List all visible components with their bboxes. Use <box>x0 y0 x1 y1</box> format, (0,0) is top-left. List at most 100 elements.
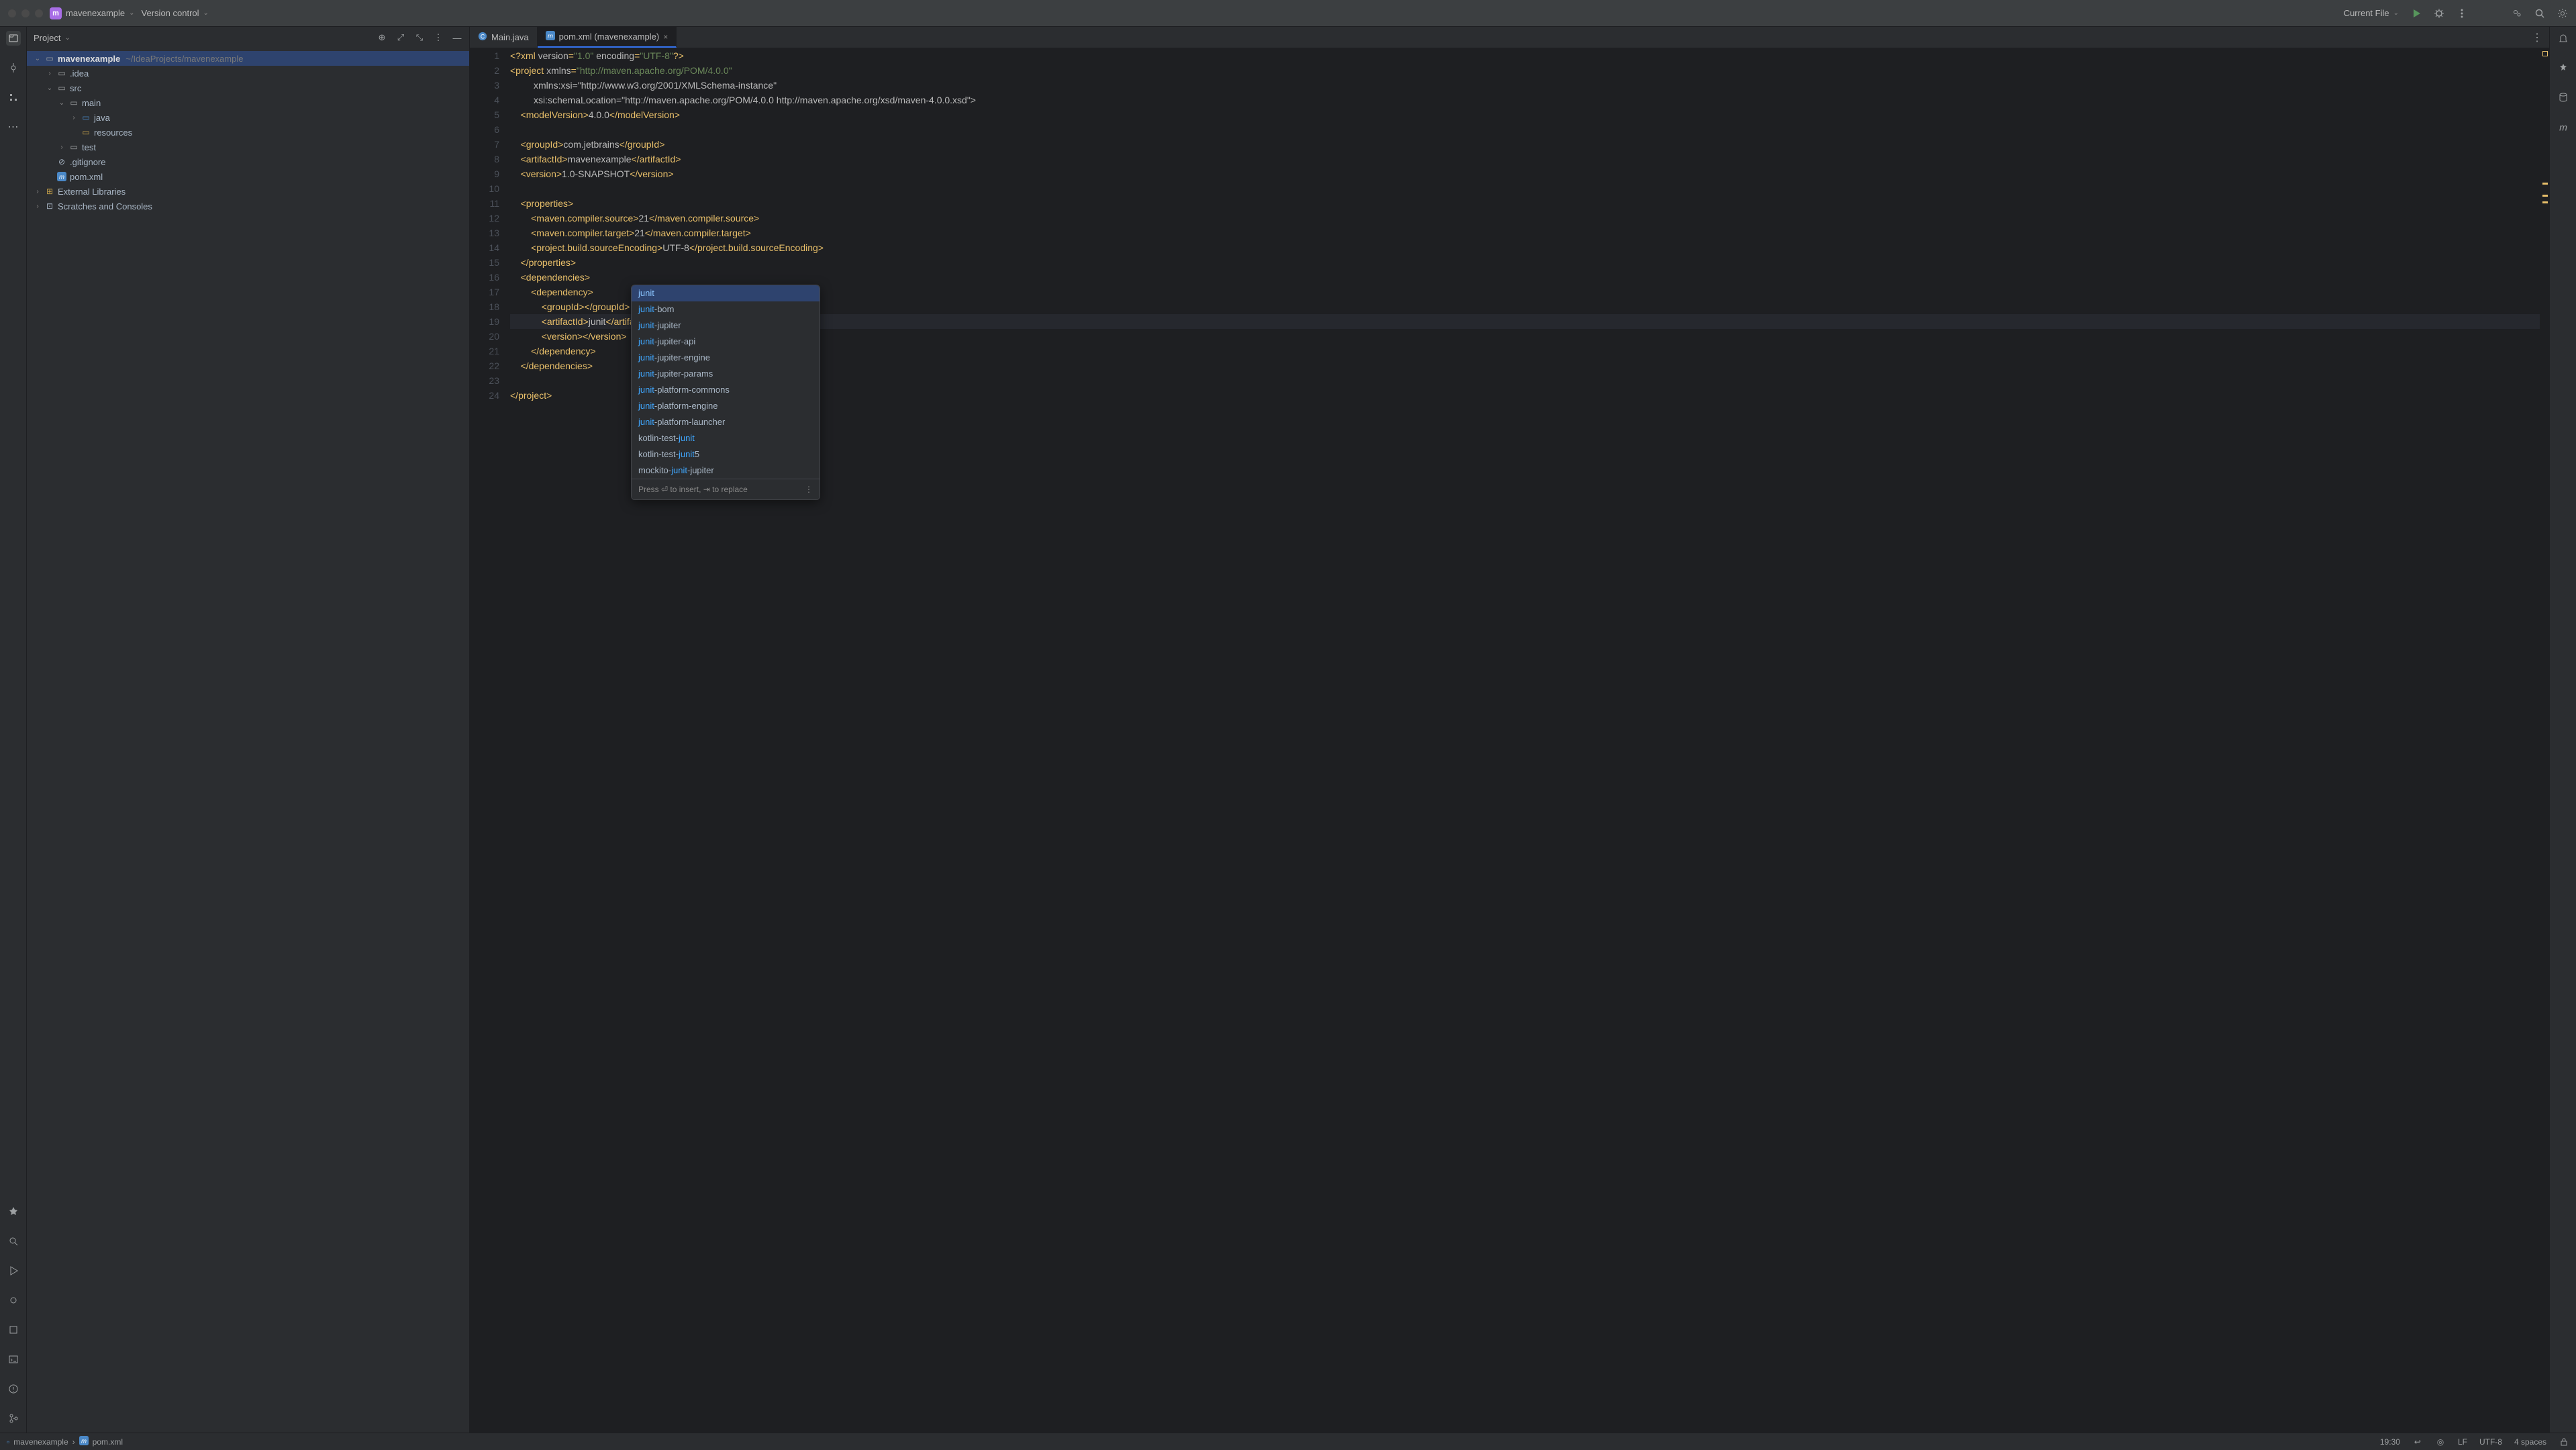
popup-options-icon[interactable]: ⋮ <box>805 482 813 497</box>
code-line[interactable]: <project.build.sourceEncoding>UTF-8</pro… <box>510 240 2540 255</box>
encoding-label[interactable]: UTF-8 <box>2479 1437 2502 1447</box>
autocomplete-item[interactable]: junit-bom <box>632 301 820 318</box>
navigation-breadcrumb[interactable]: ▫ mavenexample › m pom.xml <box>7 1436 123 1447</box>
caret-position[interactable]: 19:30 <box>2380 1437 2400 1447</box>
tree-root[interactable]: ⌄ ▭ mavenexample ~/IdeaProjects/mavenexa… <box>27 51 469 66</box>
autocomplete-item[interactable]: kotlin-test-junit5 <box>632 446 820 463</box>
run-config-selector[interactable]: Current File ⌄ <box>2344 8 2399 18</box>
code-line[interactable]: </properties> <box>510 255 2540 270</box>
tab-main-java[interactable]: C Main.java <box>470 27 538 48</box>
notifications-icon[interactable] <box>2556 31 2571 46</box>
folder-icon: ▭ <box>56 83 67 93</box>
autocomplete-item[interactable]: junit-jupiter-params <box>632 366 820 382</box>
code-line[interactable]: xmlns:xsi="http://www.w3.org/2001/XMLSch… <box>510 78 2540 93</box>
code-line[interactable]: <properties> <box>510 196 2540 211</box>
close-window-icon[interactable] <box>8 9 16 17</box>
debug-icon[interactable] <box>2434 8 2444 19</box>
chevron-down-icon[interactable]: ⌄ <box>64 34 70 42</box>
autocomplete-item[interactable]: mockito-junit-jupiter <box>632 463 820 479</box>
terminal-tool-icon[interactable] <box>6 1352 21 1367</box>
code-editor[interactable]: 123456789101112131415161718192021222324 … <box>470 48 2549 1433</box>
autocomplete-item[interactable]: junit <box>632 285 820 301</box>
tree-node-gitignore[interactable]: ⊘.gitignore <box>27 154 469 169</box>
collapse-all-icon[interactable]: ⤡ <box>414 32 425 43</box>
tree-node-src[interactable]: ⌄▭src <box>27 81 469 95</box>
select-opened-file-icon[interactable]: ⊕ <box>377 32 387 43</box>
panel-options-icon[interactable]: ⋮ <box>433 32 444 43</box>
line-separator-icon[interactable]: ↩ <box>2412 1437 2423 1447</box>
project-tool-icon[interactable] <box>6 31 21 46</box>
code-line[interactable] <box>510 181 2540 196</box>
tab-options-icon[interactable]: ⋮ <box>2532 32 2542 43</box>
indent-label[interactable]: 4 spaces <box>2514 1437 2546 1447</box>
run-tool-icon[interactable] <box>6 1263 21 1278</box>
autocomplete-item[interactable]: kotlin-test-junit <box>632 430 820 446</box>
code-line[interactable]: xsi:schemaLocation="http://maven.apache.… <box>510 93 2540 107</box>
breadcrumb-project[interactable]: mavenexample <box>13 1437 68 1447</box>
code-line[interactable] <box>510 122 2540 137</box>
code-line[interactable]: <maven.compiler.source>21</maven.compile… <box>510 211 2540 226</box>
structure-tool-icon[interactable] <box>6 90 21 105</box>
tree-node-resources[interactable]: ▭resources <box>27 125 469 140</box>
warning-mark-icon[interactable] <box>2542 183 2548 185</box>
autocomplete-item[interactable]: junit-platform-commons <box>632 382 820 398</box>
tree-node-pom[interactable]: mpom.xml <box>27 169 469 184</box>
project-selector[interactable]: m mavenexample ⌄ <box>50 7 135 19</box>
scratches-icon: ⊡ <box>44 201 55 211</box>
window-controls[interactable] <box>8 9 43 17</box>
tree-node-java[interactable]: ›▭java <box>27 110 469 125</box>
more-tool-icon[interactable]: ⋯ <box>6 119 21 134</box>
tree-node-external-libraries[interactable]: ›⊞External Libraries <box>27 184 469 199</box>
autocomplete-item[interactable]: junit-jupiter-engine <box>632 350 820 366</box>
code-line[interactable]: <project xmlns="http://maven.apache.org/… <box>510 63 2540 78</box>
code-with-me-icon[interactable] <box>2512 8 2522 19</box>
warning-mark-icon[interactable] <box>2542 195 2548 197</box>
autocomplete-item[interactable]: junit-jupiter <box>632 318 820 334</box>
debug-tool-icon[interactable] <box>6 1293 21 1308</box>
commit-tool-icon[interactable] <box>6 60 21 75</box>
code-line[interactable]: <?xml version="1.0" encoding="UTF-8"?> <box>510 48 2540 63</box>
autocomplete-item[interactable]: junit-jupiter-api <box>632 334 820 350</box>
search-icon[interactable] <box>2534 8 2545 19</box>
code-line[interactable]: <version>1.0-SNAPSHOT</version> <box>510 166 2540 181</box>
zoom-window-icon[interactable] <box>35 9 43 17</box>
code-line[interactable]: <groupId>com.jetbrains</groupId> <box>510 137 2540 152</box>
autocomplete-item[interactable]: junit-platform-engine <box>632 398 820 414</box>
maven-tool-icon[interactable]: m <box>2556 119 2571 134</box>
tree-node-test[interactable]: ›▭test <box>27 140 469 154</box>
project-tree[interactable]: ⌄ ▭ mavenexample ~/IdeaProjects/mavenexa… <box>27 48 469 216</box>
vcs-tool-icon[interactable] <box>6 1411 21 1426</box>
notifications-status-icon[interactable]: ◎ <box>2435 1437 2446 1447</box>
tab-pom-xml[interactable]: m pom.xml (mavenexample) × <box>538 27 677 48</box>
line-separator-label[interactable]: LF <box>2458 1437 2467 1447</box>
tree-node-scratches[interactable]: ›⊡Scratches and Consoles <box>27 199 469 213</box>
tree-node-idea[interactable]: ›▭.idea <box>27 66 469 81</box>
more-icon[interactable] <box>2457 8 2467 19</box>
readonly-lock-icon[interactable] <box>2559 1437 2569 1447</box>
code-line[interactable]: <modelVersion>4.0.0</modelVersion> <box>510 107 2540 122</box>
code-line[interactable]: <maven.compiler.target>21</maven.compile… <box>510 226 2540 240</box>
minimize-window-icon[interactable] <box>21 9 30 17</box>
breadcrumb-file[interactable]: pom.xml <box>93 1437 123 1447</box>
close-tab-icon[interactable]: × <box>663 32 668 42</box>
database-tool-icon[interactable] <box>2556 90 2571 105</box>
problems-tool-icon[interactable] <box>6 1382 21 1396</box>
code-line[interactable]: <artifactId>mavenexample</artifactId> <box>510 152 2540 166</box>
tree-node-main[interactable]: ⌄▭main <box>27 95 469 110</box>
code-line[interactable]: <dependencies> <box>510 270 2540 285</box>
expand-all-icon[interactable]: ⤢ <box>395 32 406 43</box>
inspection-indicator-icon[interactable] <box>2542 51 2548 56</box>
build-tool-icon[interactable] <box>6 1322 21 1337</box>
hide-panel-icon[interactable]: — <box>452 32 462 43</box>
error-stripe[interactable] <box>2540 48 2549 1433</box>
settings-icon[interactable] <box>2557 8 2568 19</box>
find-tool-icon[interactable] <box>6 1234 21 1249</box>
autocomplete-popup[interactable]: junitjunit-bomjunit-jupiterjunit-jupiter… <box>631 285 820 500</box>
line-gutter[interactable]: 123456789101112131415161718192021222324 <box>470 48 507 1433</box>
warning-mark-icon[interactable] <box>2542 201 2548 203</box>
services-tool-icon[interactable] <box>6 1204 21 1219</box>
ai-assistant-icon[interactable] <box>2556 60 2571 75</box>
version-control-menu[interactable]: Version control ⌄ <box>142 8 209 18</box>
run-icon[interactable] <box>2411 8 2422 19</box>
autocomplete-item[interactable]: junit-platform-launcher <box>632 414 820 430</box>
